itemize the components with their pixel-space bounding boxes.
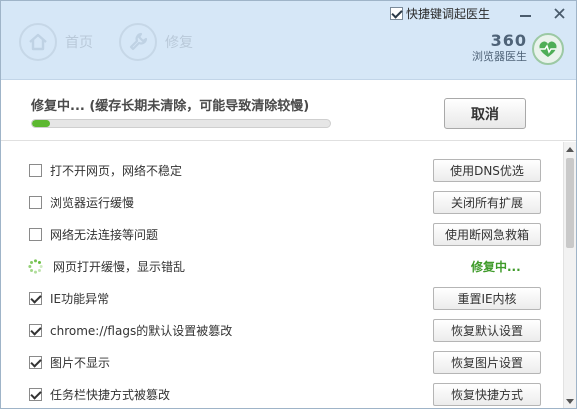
item-action-button[interactable]: 关闭所有扩展 xyxy=(433,190,541,214)
item-checkbox[interactable] xyxy=(29,323,42,337)
cancel-button[interactable]: 取消 xyxy=(444,98,526,129)
nav-repair[interactable]: 修复 xyxy=(119,23,193,61)
item-action-button[interactable]: 恢复快捷方式 xyxy=(433,382,541,406)
item-checkbox[interactable] xyxy=(29,355,42,369)
item-label: 浏览器运行缓慢 xyxy=(50,195,135,210)
home-icon xyxy=(19,23,57,61)
item-status: 修复中... xyxy=(471,259,521,274)
item-action-button[interactable]: 恢复默认设置 xyxy=(433,318,541,342)
item-label: 网络无法连接等问题 xyxy=(50,227,159,242)
item-checkbox[interactable] xyxy=(29,387,42,401)
item-label: 打不开网页，网络不稳定 xyxy=(50,163,183,178)
item-action-button[interactable]: 恢复图片设置 xyxy=(433,350,541,374)
main-nav: 首页 修复 xyxy=(19,23,219,61)
item-checkbox[interactable] xyxy=(29,291,42,305)
minimize-button[interactable] xyxy=(508,2,542,24)
close-button[interactable] xyxy=(542,2,576,24)
item-label: chrome://flags的默认设置被篡改 xyxy=(50,323,233,338)
hotkey-checkbox[interactable] xyxy=(389,6,403,20)
list-item: 浏览器运行缓慢 关闭所有扩展 xyxy=(1,186,563,218)
wrench-icon xyxy=(119,23,157,61)
item-label: 任务栏快捷方式被篡改 xyxy=(50,387,171,402)
browser-doctor-window: 快捷键调起医生 首页 修复 360 浏览器医生 修复中... (缓存长期未清除，… xyxy=(0,0,577,409)
list-item: 打不开网页，网络不稳定 使用DNS优选 xyxy=(1,154,563,186)
brand-name: 浏览器医生 xyxy=(472,50,527,63)
minimize-icon xyxy=(519,15,531,17)
item-action-button[interactable]: 重置IE内核 xyxy=(433,286,541,310)
item-checkbox[interactable] xyxy=(29,163,42,177)
title-bar: 快捷键调起医生 xyxy=(389,1,576,25)
list-item: 图片不显示 恢复图片设置 xyxy=(1,346,563,378)
repair-item-list: 打不开网页，网络不稳定 使用DNS优选浏览器运行缓慢 关闭所有扩展网络无法连接等问题… xyxy=(1,142,563,408)
item-label: 图片不显示 xyxy=(50,355,111,370)
brand-number: 360 xyxy=(490,31,527,50)
item-checkbox[interactable] xyxy=(29,227,42,241)
nav-home[interactable]: 首页 xyxy=(19,23,93,61)
header: 快捷键调起医生 首页 修复 360 浏览器医生 xyxy=(1,1,576,80)
hotkey-label: 快捷键调起医生 xyxy=(405,6,490,21)
item-label: 网页打开缓慢，显示错乱 xyxy=(53,259,186,274)
scroll-down-button[interactable] xyxy=(564,394,576,408)
nav-repair-label: 修复 xyxy=(165,35,193,51)
scroll-thumb[interactable] xyxy=(566,158,574,248)
brand-logo: 360 浏览器医生 xyxy=(472,33,564,65)
brand-text: 360 浏览器医生 xyxy=(472,33,527,65)
scroll-up-button[interactable] xyxy=(564,142,576,156)
progress-bar xyxy=(31,119,331,128)
arrow-up-icon xyxy=(566,146,574,152)
heart-pulse-icon xyxy=(532,33,564,65)
item-label: IE功能异常 xyxy=(50,291,110,306)
list-item: 网络无法连接等问题 使用断网急救箱 xyxy=(1,218,563,250)
list-item: 任务栏快捷方式被篡改 恢复快捷方式 xyxy=(1,378,563,408)
hotkey-option[interactable]: 快捷键调起医生 xyxy=(389,5,490,22)
item-checkbox[interactable] xyxy=(29,195,42,209)
item-action-button[interactable]: 使用断网急救箱 xyxy=(433,222,541,246)
list-item: chrome://flags的默认设置被篡改 恢复默认设置 xyxy=(1,314,563,346)
list-item: IE功能异常 重置IE内核 xyxy=(1,282,563,314)
nav-home-label: 首页 xyxy=(65,35,93,51)
scrollbar[interactable] xyxy=(563,142,576,408)
progress-title: 修复中... (缓存长期未清除，可能导致清除较慢) xyxy=(31,99,310,114)
arrow-down-icon xyxy=(566,398,574,404)
loading-spinner-icon xyxy=(28,258,43,274)
item-action-button[interactable]: 使用DNS优选 xyxy=(433,158,541,182)
progress-panel: 修复中... (缓存长期未清除，可能导致清除较慢) 取消 xyxy=(1,81,576,141)
list-item: 网页打开缓慢，显示错乱 修复中... xyxy=(1,250,563,282)
progress-fill xyxy=(32,120,50,127)
close-icon xyxy=(553,7,565,19)
